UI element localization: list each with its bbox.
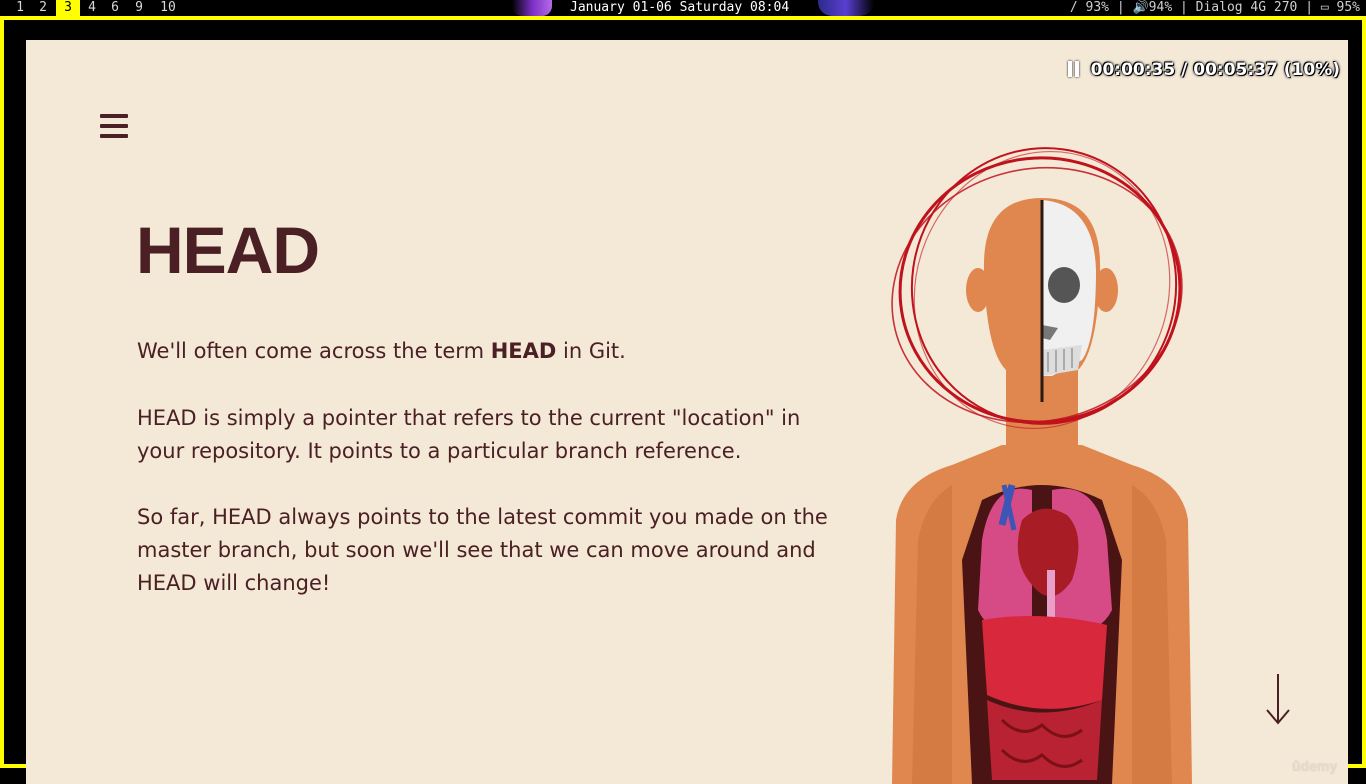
top-status-bar: 1 2 3 4 6 9 10 January 01-06 Saturday 08… [0, 0, 1366, 16]
wallpaper-fragment-right [818, 0, 874, 16]
paragraph-1: We'll often come across the term HEAD in… [137, 339, 626, 363]
slide-title: HEAD [136, 213, 320, 287]
workspace-9[interactable]: 9 [131, 0, 147, 16]
anatomy-illustration [891, 147, 1192, 784]
udemy-watermark: ûdemy [1292, 758, 1338, 774]
head-keyword: HEAD [490, 339, 557, 363]
system-status: / 93% | 🔊94% | Dialog 4G 270 | ▭ 95% [1069, 0, 1360, 15]
workspace-6[interactable]: 6 [107, 0, 123, 16]
time-separator: / [1181, 60, 1188, 80]
workspace-4[interactable]: 4 [84, 0, 100, 16]
paragraph-3: So far, HEAD always points to the latest… [137, 505, 828, 595]
datetime: January 01-06 Saturday 08:04 [570, 0, 790, 15]
liver [982, 616, 1107, 709]
workspace-1[interactable]: 1 [12, 0, 28, 16]
elapsed-time: 00:00:35 [1090, 60, 1176, 80]
total-time: 00:05:37 [1193, 60, 1278, 80]
pause-icon[interactable] [1067, 61, 1081, 77]
playback-status: 00:00:35 / 00:05:37 (10%) [1067, 60, 1340, 80]
arrow-down-icon[interactable] [1264, 672, 1292, 728]
wallpaper-fragment-left [512, 0, 552, 16]
video-player[interactable]: HEAD We'll often come across the term HE… [4, 20, 1362, 784]
slide: HEAD We'll often come across the term HE… [26, 40, 1348, 784]
progress-percent: (10%) [1283, 60, 1340, 80]
hamburger-menu-icon[interactable] [100, 112, 128, 140]
paragraph-2: HEAD is simply a pointer that refers to … [137, 406, 801, 463]
workspace-10[interactable]: 10 [156, 0, 180, 16]
workspace-3[interactable]: 3 [56, 0, 80, 16]
workspace-2[interactable]: 2 [35, 0, 51, 16]
